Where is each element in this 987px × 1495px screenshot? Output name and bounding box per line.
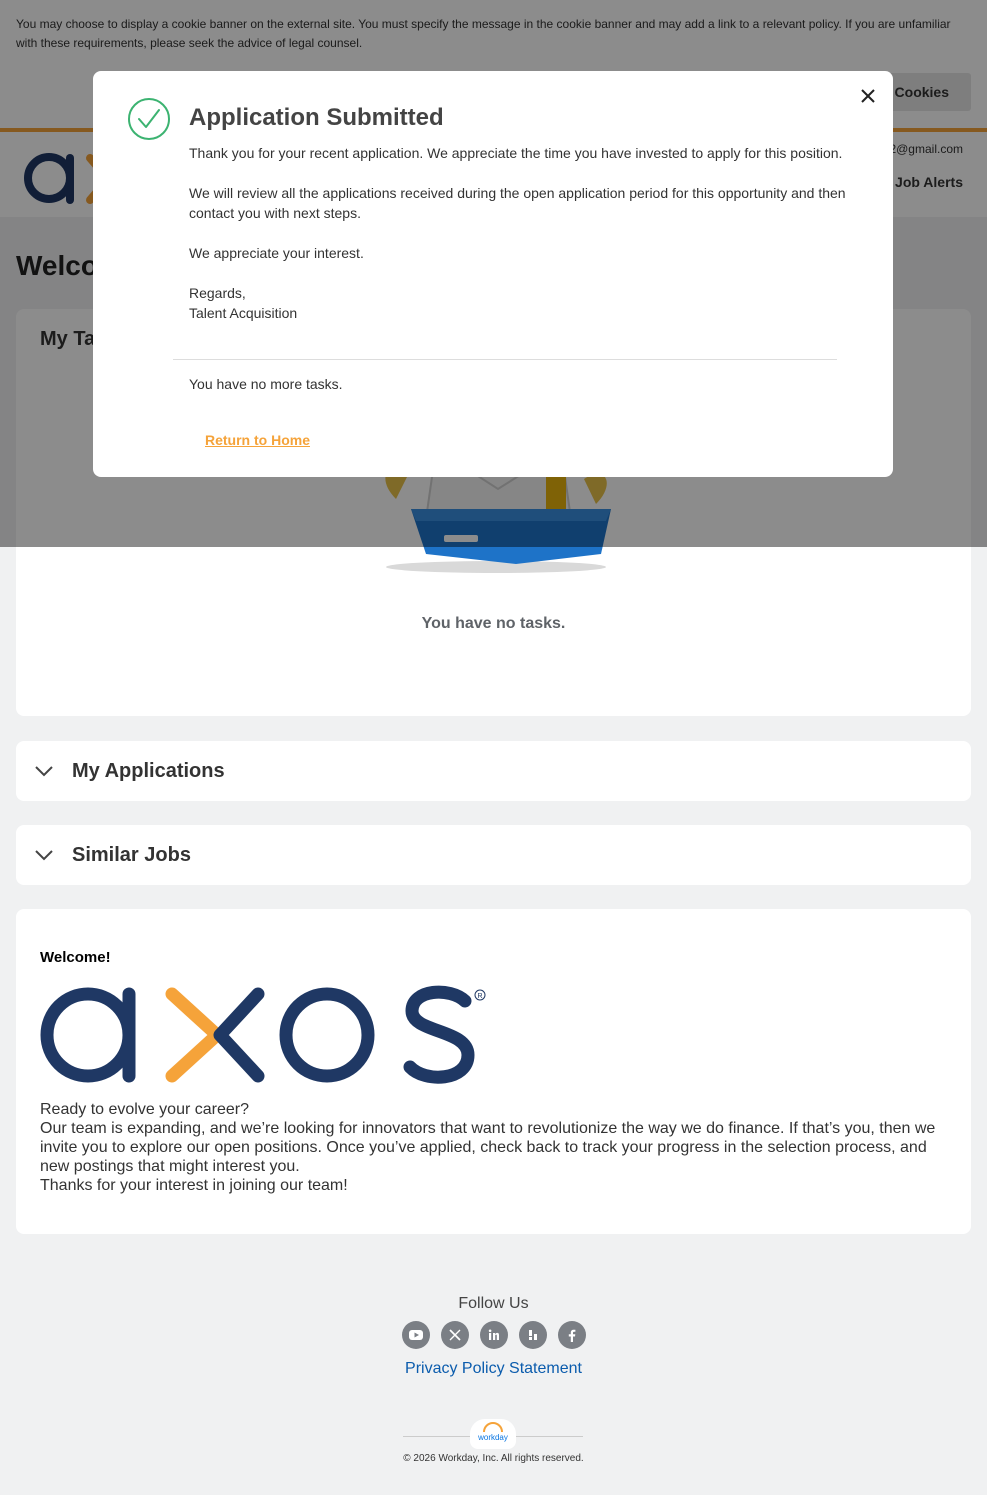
welcome-info-panel: Welcome! R Ready to evolve your career? … (16, 909, 971, 1234)
workday-wordmark: workday (478, 1433, 508, 1442)
dialog-paragraph-3: We appreciate your interest. (189, 245, 364, 261)
my-applications-accordion[interactable]: My Applications (16, 741, 971, 801)
dialog-paragraph-2: We will review all the applications rece… (189, 185, 846, 221)
workday-logo[interactable]: workday (470, 1419, 516, 1449)
chevron-down-icon (35, 850, 53, 861)
dialog-body: Thank you for your recent application. W… (189, 143, 849, 323)
return-to-home-link[interactable]: Return to Home (205, 432, 310, 448)
info-line-3: Thanks for your interest in joining our … (40, 1177, 348, 1194)
facebook-icon[interactable] (557, 1321, 586, 1349)
privacy-policy-link[interactable]: Privacy Policy Statement (405, 1360, 582, 1378)
no-more-tasks-text: You have no more tasks. (189, 376, 343, 392)
chevron-down-icon (35, 766, 53, 777)
my-applications-title: My Applications (72, 759, 225, 782)
x-icon[interactable] (440, 1321, 469, 1349)
close-icon[interactable] (859, 87, 877, 105)
axos-logo: R (40, 985, 486, 1084)
social-links (0, 1321, 987, 1349)
dialog-regards: Regards, (189, 285, 246, 301)
success-check-icon (128, 98, 170, 140)
dialog-paragraph-1: Thank you for your recent application. W… (189, 145, 843, 161)
linkedin-icon[interactable] (479, 1321, 508, 1349)
info-body-text: Ready to evolve your career? Our team is… (40, 1100, 945, 1195)
dialog-title: Application Submitted (189, 104, 444, 131)
dialog-divider (173, 359, 837, 360)
similar-jobs-accordion[interactable]: Similar Jobs (16, 825, 971, 885)
footer: Follow Us Privacy Policy Statement workd… (0, 1295, 987, 1464)
follow-us-label: Follow Us (458, 1295, 529, 1312)
copyright-text: © 2026 Workday, Inc. All rights reserved… (403, 1453, 584, 1464)
info-line-2: Our team is expanding, and we’re looking… (40, 1120, 936, 1175)
info-welcome-heading: Welcome! (40, 949, 111, 966)
similar-jobs-title: Similar Jobs (72, 843, 191, 866)
dialog-signature: Talent Acquisition (189, 305, 298, 321)
youtube-icon[interactable] (401, 1321, 430, 1349)
info-line-1: Ready to evolve your career? (40, 1101, 249, 1118)
svg-text:R: R (477, 993, 482, 1000)
no-tasks-text: You have no tasks. (421, 615, 566, 632)
application-submitted-dialog: Application Submitted Thank you for your… (93, 71, 893, 477)
glassdoor-icon[interactable] (518, 1321, 547, 1349)
